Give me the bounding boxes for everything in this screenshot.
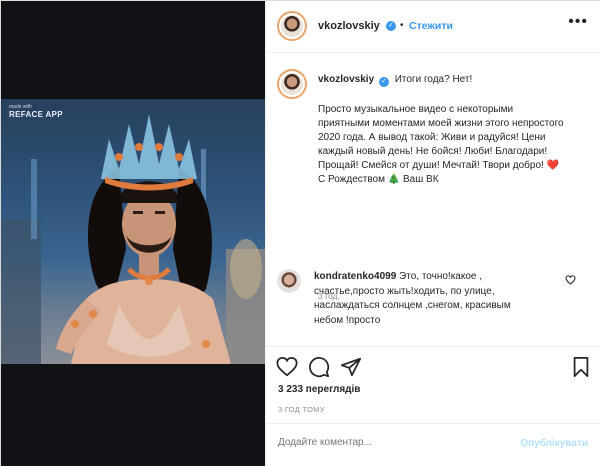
commenter-username[interactable]: kondratenko4099 (314, 271, 396, 282)
caption-body: Просто музыкальное видео с некоторыми пр… (318, 104, 564, 185)
commenter-avatar[interactable] (277, 269, 301, 293)
post-header: vkozlovskiy ✓ • Стежити ••• (266, 1, 600, 53)
verified-badge-icon: ✓ (386, 21, 396, 31)
more-options-icon[interactable]: ••• (568, 13, 588, 31)
caption-username[interactable]: vkozlovskiy (318, 74, 374, 85)
follow-button[interactable]: Стежити (409, 20, 453, 32)
video-player[interactable]: made with REFACE APP (1, 99, 265, 364)
watermark-brand-text: REFACE APP (9, 109, 63, 119)
caption-lead-text: Итоги года? Нет! (394, 74, 473, 85)
comment-text: kondratenko4099 Это, точно!какое , счаст… (314, 270, 536, 328)
post-frame: made with REFACE APP vkozlovskiy ✓ • Сте… (0, 0, 600, 466)
video-frame-illustration (1, 114, 265, 364)
caption-text: vkozlovskiy ✓ Итоги года? Нет! Просто му… (318, 73, 566, 187)
heart-icon[interactable] (276, 356, 298, 378)
bookmark-icon[interactable] (570, 356, 592, 378)
comment-like-heart-icon[interactable] (565, 275, 576, 285)
caption-lead: vkozlovskiy ✓ Итоги года? Нет! (318, 73, 566, 87)
publish-button[interactable]: Опублікувати (520, 438, 588, 449)
view-count[interactable]: 3 233 переглядів (278, 384, 360, 395)
post-media[interactable]: made with REFACE APP (1, 1, 265, 466)
action-bar (266, 346, 600, 386)
author-username[interactable]: vkozlovskiy (318, 20, 380, 32)
add-comment-bar: Опублікувати (266, 423, 600, 466)
caption-author-avatar[interactable] (277, 69, 307, 99)
comment-icon[interactable] (308, 356, 330, 378)
post-side-panel: vkozlovskiy ✓ • Стежити ••• vkozlovskiy … (265, 1, 600, 466)
share-icon[interactable] (340, 356, 362, 378)
reface-watermark: made with REFACE APP (9, 104, 63, 119)
watermark-small-text: made with (9, 104, 32, 110)
comment-input[interactable] (278, 437, 478, 448)
author-avatar[interactable] (277, 11, 307, 41)
post-timestamp[interactable]: 3 ГОД ТОМУ (278, 405, 325, 414)
header-separator: • (400, 20, 404, 31)
caption-verified-badge-icon: ✓ (378, 77, 389, 87)
